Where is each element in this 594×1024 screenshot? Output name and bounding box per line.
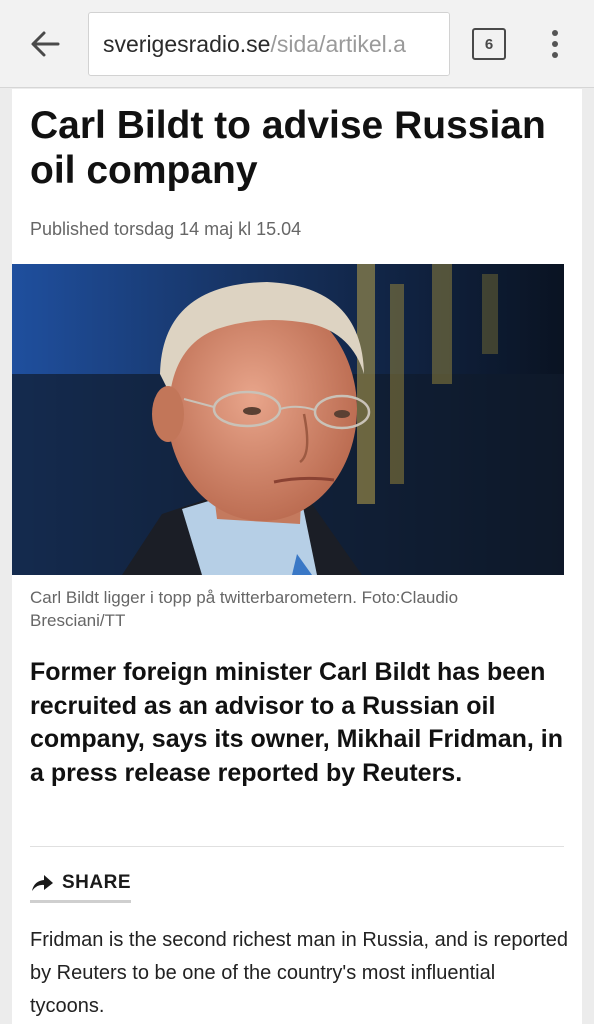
more-vert-icon-dot — [552, 52, 558, 58]
back-button[interactable] — [22, 24, 68, 64]
more-vert-icon-dot — [552, 41, 558, 47]
browser-toolbar: sverigesradio.se/sida/artikel.a 6 — [0, 0, 594, 88]
article-page: Carl Bildt to advise Russian oil company… — [12, 89, 582, 1024]
published-date: Published torsdag 14 maj kl 15.04 — [30, 219, 302, 239]
section-divider — [30, 846, 564, 847]
share-button[interactable]: SHARE — [30, 872, 132, 903]
tab-count: 6 — [484, 35, 494, 53]
article-headline: Carl Bildt to advise Russian oil company — [30, 104, 546, 192]
photo-caption: Carl Bildt ligger i topp på twitterbarom… — [30, 588, 459, 630]
tab-switcher-button[interactable]: 6 — [472, 28, 506, 60]
article-photo[interactable] — [12, 264, 564, 575]
more-vert-icon — [552, 30, 558, 36]
url-fade — [409, 13, 449, 75]
article-body: Fridman is the second richest man in Rus… — [30, 929, 569, 1017]
share-arrow-icon — [32, 875, 53, 891]
arrow-left-icon — [31, 31, 60, 57]
url-bar[interactable]: sverigesradio.se/sida/artikel.a — [88, 12, 450, 76]
article-lead: Former foreign minister Carl Bildt has b… — [30, 658, 564, 787]
overflow-menu-button[interactable] — [540, 26, 570, 62]
url-path: /sida/artikel.a — [270, 30, 406, 57]
portrait-image — [12, 264, 564, 575]
share-label: SHARE — [62, 872, 132, 893]
url-host: sverigesradio.se — [103, 30, 271, 57]
